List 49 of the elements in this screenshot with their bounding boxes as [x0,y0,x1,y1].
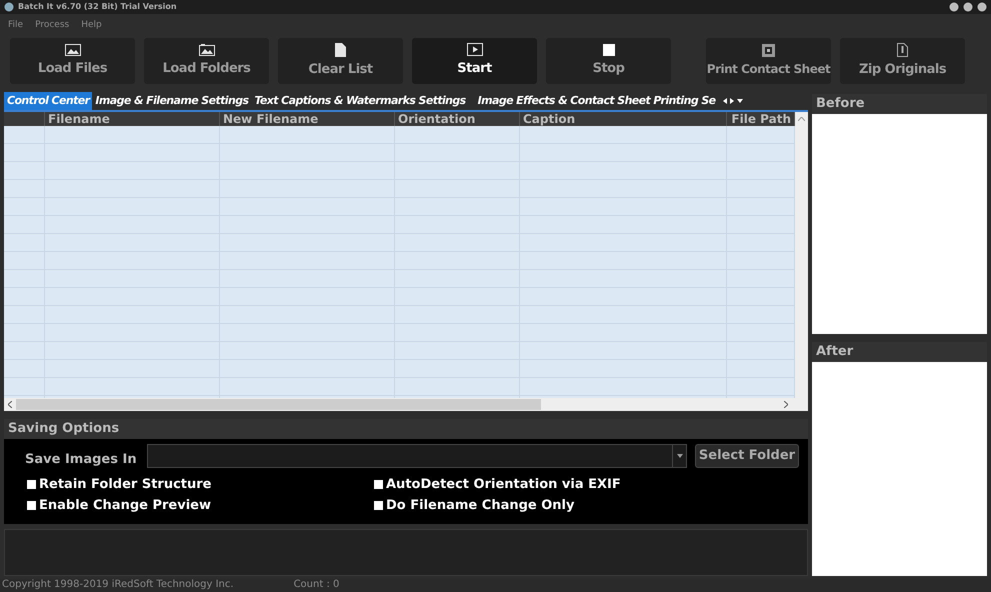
stop-icon [602,44,614,56]
toolbar-button[interactable]: Clear List [278,38,403,84]
checkbox-icon [374,480,383,489]
close-button[interactable] [977,2,987,12]
dropdown-caret-icon[interactable] [736,99,743,103]
menu-item[interactable]: Process [35,19,70,33]
toolbar-button[interactable]: Load Folders [144,38,269,84]
preview-title: After [816,343,854,362]
maximize-button[interactable] [963,2,973,12]
document-icon [335,42,346,57]
toolbar-button[interactable]: Print Contact Sheet [706,38,831,84]
tab[interactable]: Image Effects & Contact Sheet Printing Se [474,92,719,110]
toolbar-button[interactable]: Stop [546,38,671,84]
option-checkbox[interactable]: AutoDetect Orientation via EXIF [374,477,808,492]
tab[interactable]: Image & Filename Settings [92,92,252,110]
scroll-left-icon[interactable] [722,98,727,104]
checkbox-icon [27,480,36,489]
count-text: Count : 0 [294,579,340,591]
menu-item[interactable]: File [8,19,24,33]
dropdown-caret-icon[interactable] [676,454,682,458]
scrollbar-thumb[interactable] [16,399,541,410]
field-label: Save Images In [24,451,138,470]
play-icon [466,43,482,56]
app-icon [4,2,14,12]
tab[interactable]: Control Center [4,92,92,110]
checkbox-icon [374,501,383,510]
menu-item[interactable]: Help [81,19,102,33]
scroll-right-icon[interactable] [784,401,788,408]
picture-icon [198,44,214,56]
zip-icon [897,42,908,57]
minimize-button[interactable] [949,2,959,12]
option-checkbox[interactable]: Do Filename Change Only [374,498,808,513]
preview-title: Before [816,95,865,114]
toolbar-button[interactable]: Load Files [10,38,135,84]
section-title: Saving Options [8,420,120,438]
scroll-right-icon[interactable] [730,98,734,104]
tab[interactable]: Text Captions & Watermarks Settings [251,92,469,110]
select-folder-button[interactable]: Select Folder [695,444,799,468]
toolbar-button[interactable]: Zip Originals [840,38,965,84]
option-checkbox[interactable]: Enable Change Preview [27,498,374,513]
option-checkbox[interactable]: Retain Folder Structure [27,477,374,492]
grid-icon [762,44,775,57]
scroll-left-icon[interactable] [8,401,12,408]
toolbar-button[interactable]: Start [412,38,537,84]
horizontal-scrollbar[interactable] [4,398,808,411]
window-title: Batch It v6.70 (32 Bit) Trial Version [18,1,177,13]
copyright-text: Copyright 1998-2019 iRedSoft Technology Inc. [1,579,234,591]
image-icon [64,44,80,56]
checkbox-icon [27,501,36,510]
